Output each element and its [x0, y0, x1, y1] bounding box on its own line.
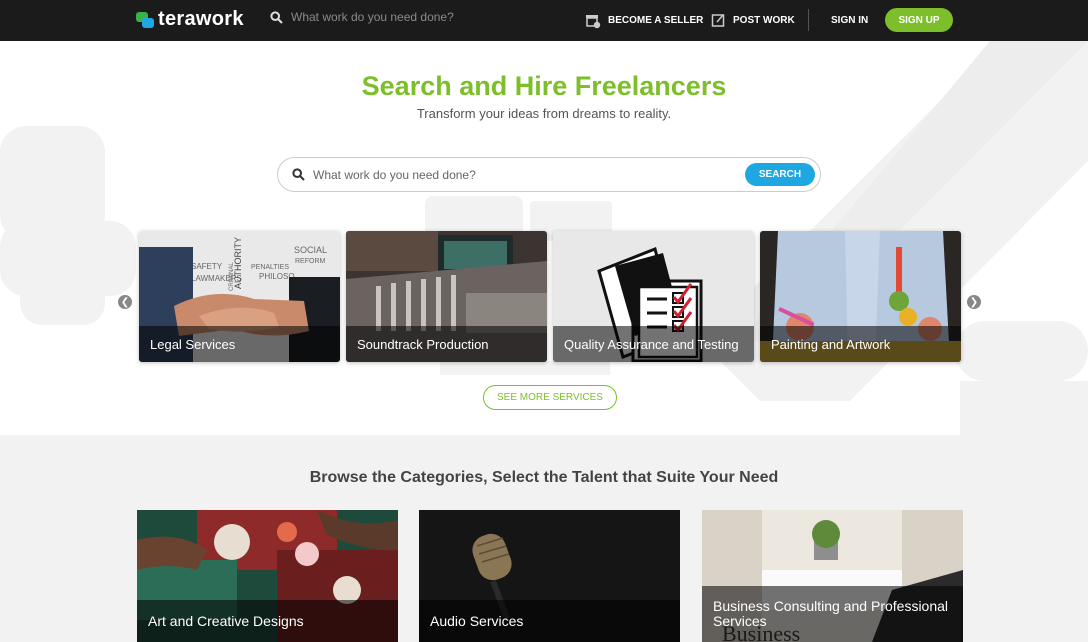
service-label: Soundtrack Production: [346, 326, 547, 362]
search-icon: [270, 10, 283, 24]
search-icon: [292, 168, 305, 181]
become-seller-link[interactable]: BECOME A SELLER: [585, 0, 703, 41]
carousel-next-arrow[interactable]: ❯: [967, 295, 981, 309]
service-card-legal-services[interactable]: SAFETY LAWMAKERS PENALTIES PHILOSO SOCIA…: [139, 231, 340, 362]
see-more-services-button[interactable]: SEE MORE SERVICES: [483, 385, 617, 410]
nav-divider: [808, 9, 809, 31]
sign-up-button[interactable]: SIGN UP: [885, 8, 953, 32]
category-label: Art and Creative Designs: [137, 600, 398, 642]
service-card-quality-assurance[interactable]: Quality Assurance and Testing: [553, 231, 754, 362]
category-card-art-creative[interactable]: Art and Creative Designs: [137, 510, 398, 642]
hero-section: Search and Hire Freelancers Transform yo…: [0, 41, 1088, 435]
become-seller-label: BECOME A SELLER: [608, 15, 704, 26]
store-icon: [586, 14, 601, 28]
category-card-business-consulting[interactable]: Business Business Consulting and Profess…: [702, 510, 963, 642]
main-search-bar: SEARCH: [277, 157, 821, 192]
categories-heading: Browse the Categories, Select the Talent…: [309, 469, 779, 486]
category-label: Business Consulting and Professional Ser…: [702, 586, 963, 642]
category-card-audio-services[interactable]: Audio Services: [419, 510, 680, 642]
hero-subtitle: Transform your ideas from dreams to real…: [416, 106, 672, 121]
service-label: Quality Assurance and Testing: [553, 326, 754, 362]
svg-text:SOCIAL: SOCIAL: [294, 245, 327, 255]
top-search-input[interactable]: [291, 10, 511, 24]
service-card-soundtrack-production[interactable]: Soundtrack Production: [346, 231, 547, 362]
main-search-input[interactable]: [313, 167, 820, 182]
logo-mark-icon: [136, 10, 156, 30]
service-card-painting-artwork[interactable]: Painting and Artwork: [760, 231, 961, 362]
svg-text:CRIMINAL: CRIMINAL: [229, 262, 235, 291]
category-label: Audio Services: [419, 600, 680, 642]
svg-text:REFORM: REFORM: [295, 258, 326, 265]
svg-text:PENALTIES: PENALTIES: [251, 264, 289, 271]
top-search: [270, 10, 511, 24]
chevron-left-icon: ❮: [120, 296, 130, 308]
service-label: Legal Services: [139, 326, 340, 362]
service-label: Painting and Artwork: [760, 326, 961, 362]
chevron-right-icon: ❯: [969, 296, 979, 308]
top-navigation-bar: terawork BECOME A SELLER POST WORK SIGN …: [0, 0, 1088, 41]
svg-text:SAFETY: SAFETY: [191, 262, 223, 271]
sign-in-link[interactable]: SIGN IN: [831, 0, 868, 41]
terawork-logo[interactable]: terawork: [136, 8, 244, 31]
post-work-label: POST WORK: [733, 15, 795, 26]
post-work-link[interactable]: POST WORK: [711, 0, 795, 41]
post-work-icon: [711, 14, 725, 27]
hero-title: Search and Hire Freelancers: [361, 71, 727, 101]
search-button[interactable]: SEARCH: [745, 163, 815, 186]
logo-text: terawork: [158, 8, 244, 30]
carousel-prev-arrow[interactable]: ❮: [118, 295, 132, 309]
